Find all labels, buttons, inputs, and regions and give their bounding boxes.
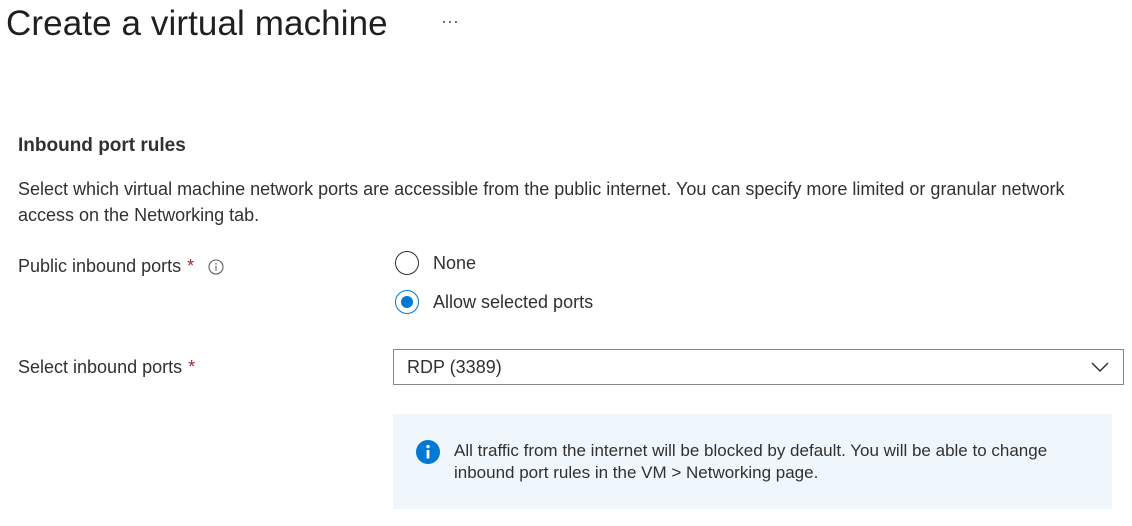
radio-label-none: None bbox=[433, 252, 477, 273]
select-inbound-ports-label-group: Select inbound ports * bbox=[18, 357, 195, 378]
required-asterisk: * bbox=[187, 256, 195, 276]
radio-button-allow-selected-ports[interactable] bbox=[395, 290, 419, 314]
section-title: Inbound port rules bbox=[18, 135, 186, 156]
info-circle-icon[interactable] bbox=[208, 258, 224, 275]
more-options-button[interactable]: ··· bbox=[439, 12, 461, 36]
info-message-bar: All traffic from the internet will be bl… bbox=[393, 414, 1112, 509]
select-inbound-ports-dropdown[interactable]: RDP (3389) bbox=[393, 349, 1124, 385]
chevron-down-icon bbox=[1089, 356, 1111, 378]
required-asterisk: * bbox=[188, 357, 196, 377]
public-inbound-ports-label-group: Public inbound ports * bbox=[18, 256, 224, 277]
info-message-text: All traffic from the internet will be bl… bbox=[454, 441, 1048, 482]
section-description: Select which virtual machine network por… bbox=[18, 179, 1065, 225]
page-title: Create a virtual machine bbox=[6, 4, 388, 43]
radio-option-allow-selected-ports[interactable]: Allow selected ports bbox=[395, 290, 593, 314]
dropdown-selected-value: RDP (3389) bbox=[407, 356, 502, 377]
public-inbound-ports-label: Public inbound ports bbox=[18, 256, 182, 276]
radio-option-none[interactable]: None bbox=[395, 251, 476, 275]
select-inbound-ports-label: Select inbound ports bbox=[18, 357, 183, 377]
radio-button-none[interactable] bbox=[395, 251, 419, 275]
radio-label-allow-selected-ports: Allow selected ports bbox=[433, 291, 594, 312]
info-filled-icon bbox=[416, 440, 440, 464]
